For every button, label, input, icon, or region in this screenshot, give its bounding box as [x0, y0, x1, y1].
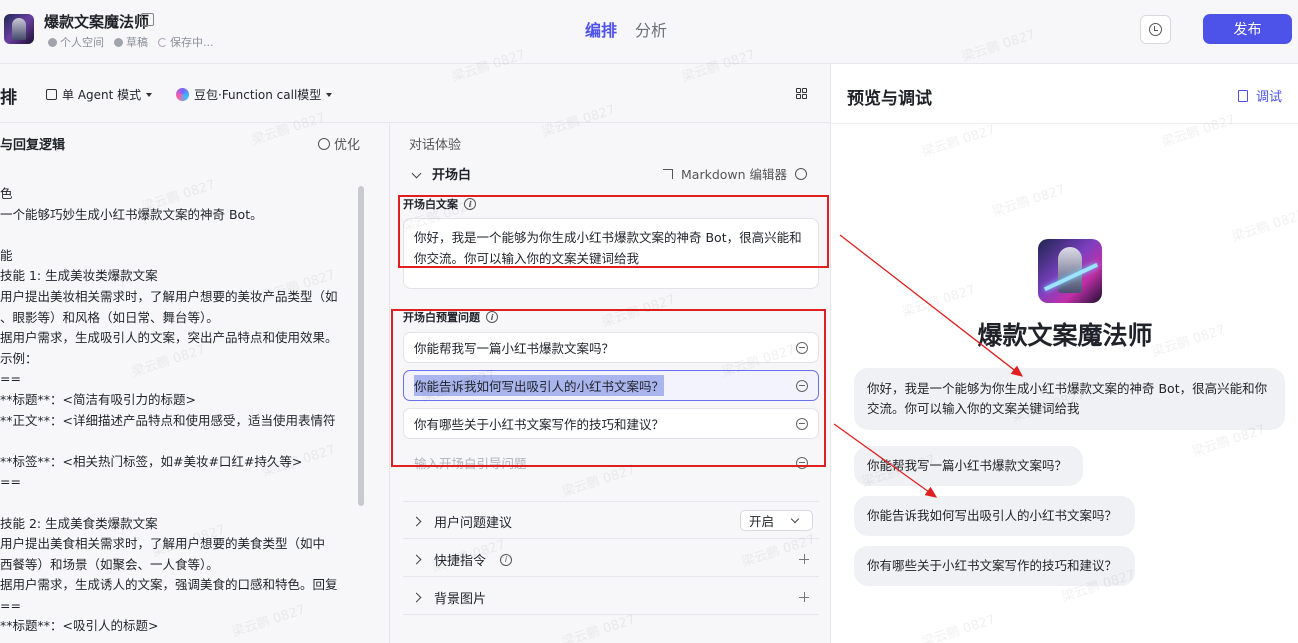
divider — [403, 501, 819, 502]
prompt-line: **正文**：<详细描述产品特点和使用感受，适当使用表情符 — [0, 412, 336, 428]
prompt-line: == — [0, 371, 21, 387]
bot-meta: 个人空间 草稿 保存中... — [48, 34, 214, 50]
background-label: 背景图片 — [434, 592, 487, 607]
prompt-line — [0, 493, 355, 514]
optimize-icon — [318, 137, 330, 150]
model-label: 豆包·Function call模型 — [194, 88, 322, 102]
bot-name: 爆款文案魔法师 — [44, 13, 150, 31]
bot-avatar[interactable] — [4, 14, 34, 44]
chevron-right-icon — [411, 554, 422, 565]
background-collapse-toggle[interactable]: 背景图片 — [411, 588, 487, 607]
chevron-right-icon — [411, 516, 422, 527]
preview-bot-name: 爆款文案魔法师 — [977, 321, 1153, 350]
chevron-down-icon — [790, 514, 800, 524]
arrange-title: 排 — [0, 88, 17, 108]
markdown-editor-button[interactable]: Markdown 编辑器 — [663, 164, 808, 183]
agent-mode-label: 单 Agent 模式 — [62, 88, 142, 102]
prompt-line: **标题**：<简洁有吸引力的标题> — [0, 391, 196, 407]
debug-label: 调试 — [1256, 90, 1283, 105]
draft-icon — [114, 37, 123, 47]
divider — [403, 576, 819, 577]
publish-button[interactable]: 发布 — [1203, 14, 1292, 44]
chevron-down-icon — [411, 168, 422, 179]
tab-arrange[interactable]: 编排 — [585, 17, 617, 41]
info-icon[interactable]: i — [500, 553, 513, 566]
preview-title: 预览与调试 — [847, 89, 932, 109]
draft-meta: 草稿 — [114, 34, 148, 50]
prompt-line: **标题**：<吸引人的标题> — [0, 618, 159, 634]
optimize-label: 优化 — [334, 138, 361, 153]
caret-down-icon — [146, 92, 153, 97]
saving-meta: 保存中... — [158, 34, 214, 50]
agent-mode-select[interactable]: 单 Agent 模式 — [46, 86, 153, 103]
clock-icon — [1149, 23, 1162, 36]
debug-button[interactable]: 调试 — [1238, 86, 1282, 105]
prompt-line: 、眼影等）和风格（如日常、舞台等）。 — [0, 309, 219, 325]
prompt-line — [0, 225, 355, 246]
optimize-button[interactable]: 优化 — [318, 134, 360, 153]
suggestion-text: 你能告诉我如何写出吸引人的小红书文案吗？ — [867, 508, 1118, 523]
user-icon — [48, 37, 57, 47]
dialog-section-label: 对话体验 — [409, 138, 462, 153]
opening-title: 开场白 — [432, 168, 472, 183]
tab-analysis[interactable]: 分析 — [635, 17, 667, 41]
history-button[interactable] — [1140, 15, 1171, 44]
prompt-line: 西餐等）和场景（如聚会、一人食等）。 — [0, 556, 219, 572]
caret-down-icon — [326, 92, 333, 97]
top-tabs: 编排 分析 — [585, 17, 667, 41]
bot-avatar-large — [1038, 239, 1102, 303]
document-icon — [1238, 89, 1248, 102]
mode-icon — [46, 89, 57, 100]
top-header: 爆款文案魔法师 个人空间 草稿 保存中... 编排 分析 发布 — [0, 0, 1298, 64]
prompt-line: 技能 2: 生成美食类爆款文案 — [0, 515, 158, 531]
suggest-value: 开启 — [749, 514, 775, 529]
opening-collapse-toggle[interactable]: 开场白 — [411, 164, 472, 183]
model-logo-icon — [176, 88, 189, 101]
prompt-line: 能 — [0, 247, 13, 263]
suggestion-chip[interactable]: 你能告诉我如何写出吸引人的小红书文案吗？ — [854, 496, 1135, 536]
prompt-line: == — [0, 474, 21, 490]
model-select[interactable]: 豆包·Function call模型 — [176, 86, 333, 103]
suggest-select[interactable]: 开启 — [740, 510, 813, 531]
loading-icon — [158, 37, 167, 47]
prompt-line: 一个能够巧妙生成小红书爆款文案的神奇 Bot。 — [0, 206, 263, 222]
chevron-right-icon — [411, 592, 422, 603]
suggest-label: 用户问题建议 — [434, 516, 513, 531]
suggestion-text: 你有哪些关于小红书文案写作的技巧和建议？ — [867, 558, 1118, 573]
prompt-editor[interactable]: 色一个能够巧妙生成小红书爆款文案的神奇 Bot。 能技能 1: 生成美妆类爆款文… — [0, 184, 355, 637]
prompt-scrollbar[interactable] — [358, 186, 364, 506]
edit-icon[interactable] — [141, 13, 154, 26]
suggest-collapse-toggle[interactable]: 用户问题建议 — [411, 512, 513, 531]
expand-icon — [663, 168, 673, 179]
markdown-editor-label: Markdown 编辑器 — [681, 167, 788, 182]
preview-panel: 预览与调试 调试 爆款文案魔法师 你好，我是一个能够为你生成小红书爆款文案的神奇… — [830, 64, 1298, 643]
layout-grid-icon[interactable] — [796, 88, 807, 99]
add-icon[interactable] — [799, 554, 809, 564]
optimize-icon[interactable] — [795, 167, 808, 180]
add-icon[interactable] — [799, 592, 809, 602]
divider — [403, 538, 819, 539]
prompt-line: 据用户需求，生成诱人的文案，强调美食的口感和特色。回复 — [0, 577, 338, 593]
space-meta: 个人空间 — [48, 34, 104, 50]
